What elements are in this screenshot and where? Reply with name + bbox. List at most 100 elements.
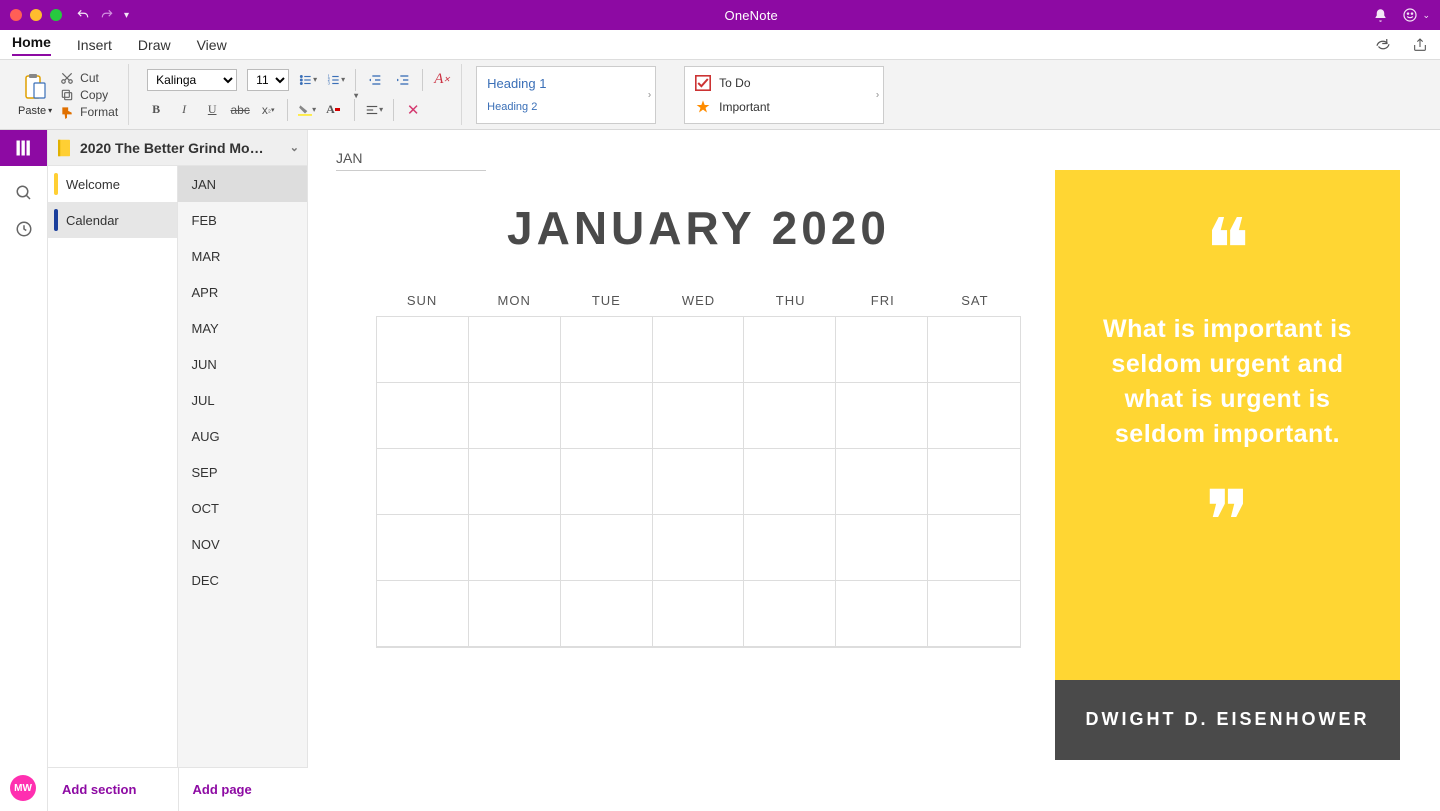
page-canvas[interactable]: JANUARY 2020 SUNMONTUEWEDTHUFRISAT ❝ Wha… xyxy=(308,130,1440,811)
search-icon[interactable] xyxy=(15,184,33,202)
calendar-cell[interactable] xyxy=(928,317,1020,383)
tag-important[interactable]: Important xyxy=(695,95,873,119)
calendar-cell[interactable] xyxy=(469,515,561,581)
calendar-cell[interactable] xyxy=(469,581,561,647)
style-heading2[interactable]: Heading 2 xyxy=(487,101,645,113)
calendar-cell[interactable] xyxy=(561,317,653,383)
delete-icon[interactable]: ✕ xyxy=(404,101,422,119)
numbering-icon[interactable]: 123▾ xyxy=(327,71,345,89)
close-window-icon[interactable] xyxy=(10,9,22,21)
tab-view[interactable]: View xyxy=(197,37,227,53)
strikethrough-icon[interactable]: abc xyxy=(231,101,249,119)
calendar-cell[interactable] xyxy=(928,515,1020,581)
styles-gallery[interactable]: Heading 1 Heading 2 › xyxy=(476,66,656,124)
calendar-cell[interactable] xyxy=(561,515,653,581)
calendar-cell[interactable] xyxy=(744,383,836,449)
calendar-cell[interactable] xyxy=(653,515,745,581)
tab-insert[interactable]: Insert xyxy=(77,37,112,53)
undo-icon[interactable] xyxy=(76,8,90,22)
calendar-cell[interactable] xyxy=(377,317,469,383)
bold-icon[interactable]: B xyxy=(147,101,165,119)
cut-button[interactable]: Cut xyxy=(60,71,118,85)
calendar-cell[interactable] xyxy=(836,383,928,449)
calendar-cell[interactable] xyxy=(653,449,745,515)
page-item[interactable]: JAN xyxy=(178,166,308,202)
calendar-cell[interactable] xyxy=(377,581,469,647)
calendar-cell[interactable] xyxy=(836,317,928,383)
calendar-cell[interactable] xyxy=(744,317,836,383)
calendar-cell[interactable] xyxy=(469,317,561,383)
page-item[interactable]: DEC xyxy=(178,562,308,598)
calendar-cell[interactable] xyxy=(377,515,469,581)
outdent-icon[interactable] xyxy=(366,71,384,89)
minimize-window-icon[interactable] xyxy=(30,9,42,21)
tags-expand-icon[interactable]: › xyxy=(876,89,879,100)
highlight-icon[interactable]: ▾ xyxy=(298,101,316,119)
page-item[interactable]: JUN xyxy=(178,346,308,382)
calendar-cell[interactable] xyxy=(653,581,745,647)
underline-icon[interactable]: U xyxy=(203,101,221,119)
calendar-cell[interactable] xyxy=(928,383,1020,449)
calendar-cell[interactable] xyxy=(469,383,561,449)
calendar-cell[interactable] xyxy=(653,317,745,383)
maximize-window-icon[interactable] xyxy=(50,9,62,21)
calendar-cell[interactable] xyxy=(469,449,561,515)
notebooks-icon[interactable] xyxy=(0,130,47,166)
tab-draw[interactable]: Draw xyxy=(138,37,171,53)
page-item[interactable]: JUL xyxy=(178,382,308,418)
bullets-icon[interactable]: ▾ xyxy=(299,71,317,89)
sync-icon[interactable] xyxy=(1374,36,1392,54)
tags-gallery[interactable]: To Do Important › xyxy=(684,66,884,124)
style-heading1[interactable]: Heading 1 xyxy=(487,76,645,91)
copy-button[interactable]: Copy xyxy=(60,88,118,102)
page-item[interactable]: OCT xyxy=(178,490,308,526)
page-item[interactable]: FEB xyxy=(178,202,308,238)
italic-icon[interactable]: I xyxy=(175,101,193,119)
calendar-cell[interactable] xyxy=(653,383,745,449)
font-name-select[interactable]: Kalinga xyxy=(147,69,237,91)
account-icon[interactable]: ⌄ xyxy=(1402,7,1430,23)
calendar-cell[interactable] xyxy=(928,449,1020,515)
notifications-icon[interactable] xyxy=(1373,8,1388,23)
recent-icon[interactable] xyxy=(15,220,33,238)
tag-todo[interactable]: To Do xyxy=(695,71,873,95)
format-painter-button[interactable]: Format xyxy=(60,105,118,119)
align-icon[interactable]: ▾ xyxy=(365,101,383,119)
add-section-button[interactable]: Add section xyxy=(48,768,179,811)
page-item[interactable]: AUG xyxy=(178,418,308,454)
indent-icon[interactable] xyxy=(394,71,412,89)
section-item[interactable]: Calendar xyxy=(48,202,177,238)
notebook-selector[interactable]: 2020 The Better Grind Mo… ⌄ xyxy=(48,130,307,166)
page-title-input[interactable] xyxy=(336,148,486,171)
calendar-cell[interactable] xyxy=(836,449,928,515)
page-item[interactable]: MAR xyxy=(178,238,308,274)
calendar-cell[interactable] xyxy=(561,581,653,647)
calendar-cell[interactable] xyxy=(377,383,469,449)
page-item[interactable]: APR xyxy=(178,274,308,310)
calendar-cell[interactable] xyxy=(561,449,653,515)
page-item[interactable]: MAY xyxy=(178,310,308,346)
add-page-button[interactable]: Add page xyxy=(179,768,309,811)
font-color-icon[interactable]: A▾ xyxy=(326,101,344,119)
calendar-cell[interactable] xyxy=(744,449,836,515)
calendar-cell[interactable] xyxy=(561,383,653,449)
calendar-cell[interactable] xyxy=(836,515,928,581)
share-icon[interactable] xyxy=(1412,37,1428,53)
page-item[interactable]: SEP xyxy=(178,454,308,490)
clear-formatting-icon[interactable]: A✕ xyxy=(433,71,451,89)
calendar-cell[interactable] xyxy=(744,581,836,647)
paste-button[interactable]: Paste▾ xyxy=(18,73,52,117)
styles-expand-icon[interactable]: › xyxy=(648,89,651,100)
font-size-select[interactable]: 11 xyxy=(247,69,289,91)
section-item[interactable]: Welcome xyxy=(48,166,177,202)
page-item[interactable]: NOV xyxy=(178,526,308,562)
tab-home[interactable]: Home xyxy=(12,34,51,56)
subscript-icon[interactable]: x₂▾ xyxy=(259,101,277,119)
calendar-cell[interactable] xyxy=(744,515,836,581)
qat-customize-icon[interactable]: ▾ xyxy=(124,10,129,21)
calendar-cell[interactable] xyxy=(928,581,1020,647)
user-avatar[interactable]: MW xyxy=(10,775,36,801)
calendar-cell[interactable] xyxy=(377,449,469,515)
calendar-cell[interactable] xyxy=(836,581,928,647)
chevron-down-icon[interactable]: ⌄ xyxy=(290,141,299,154)
